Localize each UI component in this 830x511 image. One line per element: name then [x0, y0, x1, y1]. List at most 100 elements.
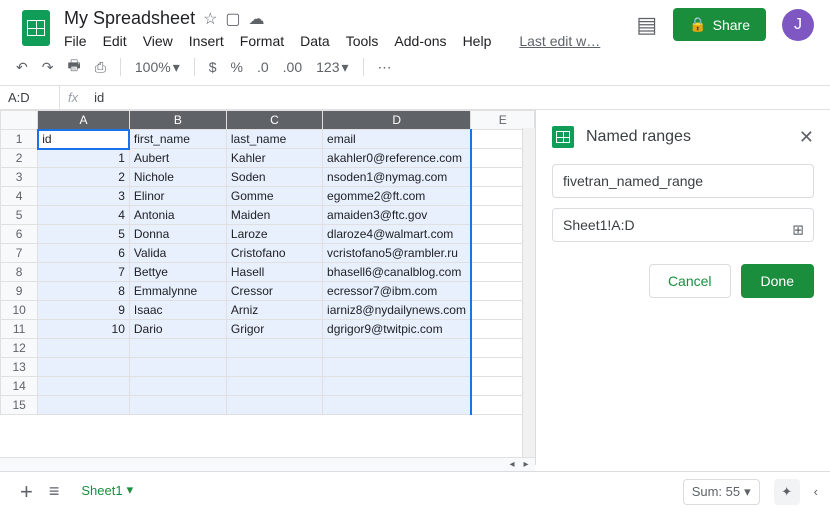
cell[interactable]: Cristofano [226, 244, 322, 263]
cell[interactable]: email [323, 130, 471, 149]
last-edit-link[interactable]: Last edit w… [519, 33, 600, 49]
formula-input[interactable]: id [86, 86, 112, 109]
cell[interactable]: id [38, 130, 130, 149]
row-header[interactable]: 14 [1, 377, 38, 396]
side-panel-toggle-icon[interactable]: ‹ [814, 484, 818, 499]
doc-title[interactable]: My Spreadsheet [64, 8, 195, 29]
cell[interactable]: Gomme [226, 187, 322, 206]
cell[interactable]: ecressor7@ibm.com [323, 282, 471, 301]
menu-view[interactable]: View [143, 33, 173, 49]
range-reference-input[interactable] [552, 208, 814, 242]
cell[interactable] [471, 339, 535, 358]
cell[interactable]: Nichole [129, 168, 226, 187]
paint-format-icon[interactable]: ⎙ [95, 59, 106, 76]
cell[interactable]: Maiden [226, 206, 322, 225]
row-header[interactable]: 11 [1, 320, 38, 339]
row-header[interactable]: 3 [1, 168, 38, 187]
spreadsheet-grid[interactable]: ABCDE 1idfirst_namelast_nameemail21Auber… [0, 110, 535, 465]
cell[interactable] [226, 339, 322, 358]
move-icon[interactable]: ▢ [225, 9, 240, 29]
cell[interactable]: 2 [38, 168, 130, 187]
cell[interactable] [129, 339, 226, 358]
all-sheets-button[interactable]: ≡ [41, 481, 68, 502]
cell[interactable]: Valida [129, 244, 226, 263]
cell[interactable]: Bettye [129, 263, 226, 282]
cell[interactable]: 4 [38, 206, 130, 225]
sheet-tab[interactable]: Sheet1▾ [67, 474, 147, 509]
row-header[interactable]: 2 [1, 149, 38, 168]
cell[interactable] [471, 320, 535, 339]
cell[interactable] [471, 168, 535, 187]
menu-help[interactable]: Help [463, 33, 492, 49]
cell[interactable]: Laroze [226, 225, 322, 244]
cell[interactable] [129, 396, 226, 415]
cell[interactable]: vcristofano5@rambler.ru [323, 244, 471, 263]
cell[interactable] [471, 206, 535, 225]
scroll-right-icon[interactable]: ▸ [519, 459, 533, 470]
col-header-B[interactable]: B [129, 111, 226, 130]
quicksum[interactable]: Sum: 55▾ [683, 479, 760, 505]
cell[interactable] [471, 263, 535, 282]
cell[interactable] [471, 149, 535, 168]
star-icon[interactable]: ☆ [203, 9, 217, 29]
cell[interactable]: Donna [129, 225, 226, 244]
cell[interactable] [129, 358, 226, 377]
cell[interactable] [471, 187, 535, 206]
cell[interactable]: 3 [38, 187, 130, 206]
cell[interactable] [323, 396, 471, 415]
menu-add-ons[interactable]: Add-ons [394, 33, 446, 49]
cell[interactable]: 10 [38, 320, 130, 339]
cell[interactable] [323, 377, 471, 396]
cell[interactable]: 7 [38, 263, 130, 282]
cell[interactable]: Dario [129, 320, 226, 339]
cell[interactable] [471, 358, 535, 377]
sheets-logo[interactable] [16, 8, 56, 48]
scroll-left-icon[interactable]: ◂ [505, 459, 519, 470]
row-header[interactable]: 12 [1, 339, 38, 358]
row-header[interactable]: 7 [1, 244, 38, 263]
cell[interactable] [38, 377, 130, 396]
menu-file[interactable]: File [64, 33, 87, 49]
col-header-A[interactable]: A [38, 111, 130, 130]
menu-data[interactable]: Data [300, 33, 330, 49]
cell[interactable] [226, 358, 322, 377]
cell[interactable]: dgrigor9@twitpic.com [323, 320, 471, 339]
row-header[interactable]: 9 [1, 282, 38, 301]
add-sheet-button[interactable]: + [12, 479, 41, 505]
cell[interactable]: Elinor [129, 187, 226, 206]
cell[interactable] [226, 396, 322, 415]
cell[interactable]: Aubert [129, 149, 226, 168]
decrease-decimal-icon[interactable]: .0 [257, 59, 269, 75]
menu-edit[interactable]: Edit [103, 33, 127, 49]
menu-format[interactable]: Format [240, 33, 284, 49]
cell[interactable] [471, 130, 535, 149]
range-name-input[interactable] [552, 164, 814, 198]
cell[interactable]: Soden [226, 168, 322, 187]
cell[interactable]: first_name [129, 130, 226, 149]
menu-tools[interactable]: Tools [346, 33, 379, 49]
row-header[interactable]: 8 [1, 263, 38, 282]
explore-button[interactable]: ✦ [774, 479, 800, 505]
cell[interactable] [323, 358, 471, 377]
cell[interactable] [323, 339, 471, 358]
name-box[interactable]: A:D [0, 86, 60, 109]
cell[interactable]: 9 [38, 301, 130, 320]
row-header[interactable]: 1 [1, 130, 38, 149]
num-format-select[interactable]: 123▾ [316, 59, 348, 76]
cell[interactable] [226, 377, 322, 396]
cell[interactable]: nsoden1@nymag.com [323, 168, 471, 187]
comments-icon[interactable]: ▤ [636, 12, 657, 38]
cell[interactable]: 6 [38, 244, 130, 263]
done-button[interactable]: Done [741, 264, 814, 298]
account-avatar[interactable]: J [782, 9, 814, 41]
cell[interactable]: 1 [38, 149, 130, 168]
select-all-corner[interactable] [1, 111, 38, 130]
cell[interactable]: Emmalynne [129, 282, 226, 301]
row-header[interactable]: 4 [1, 187, 38, 206]
more-icon[interactable]: ⋯ [378, 59, 392, 76]
print-icon[interactable]: 🖶 [67, 55, 80, 79]
share-button[interactable]: 🔒 Share [673, 8, 766, 41]
cell[interactable]: 8 [38, 282, 130, 301]
cell[interactable] [471, 282, 535, 301]
cancel-button[interactable]: Cancel [649, 264, 731, 298]
